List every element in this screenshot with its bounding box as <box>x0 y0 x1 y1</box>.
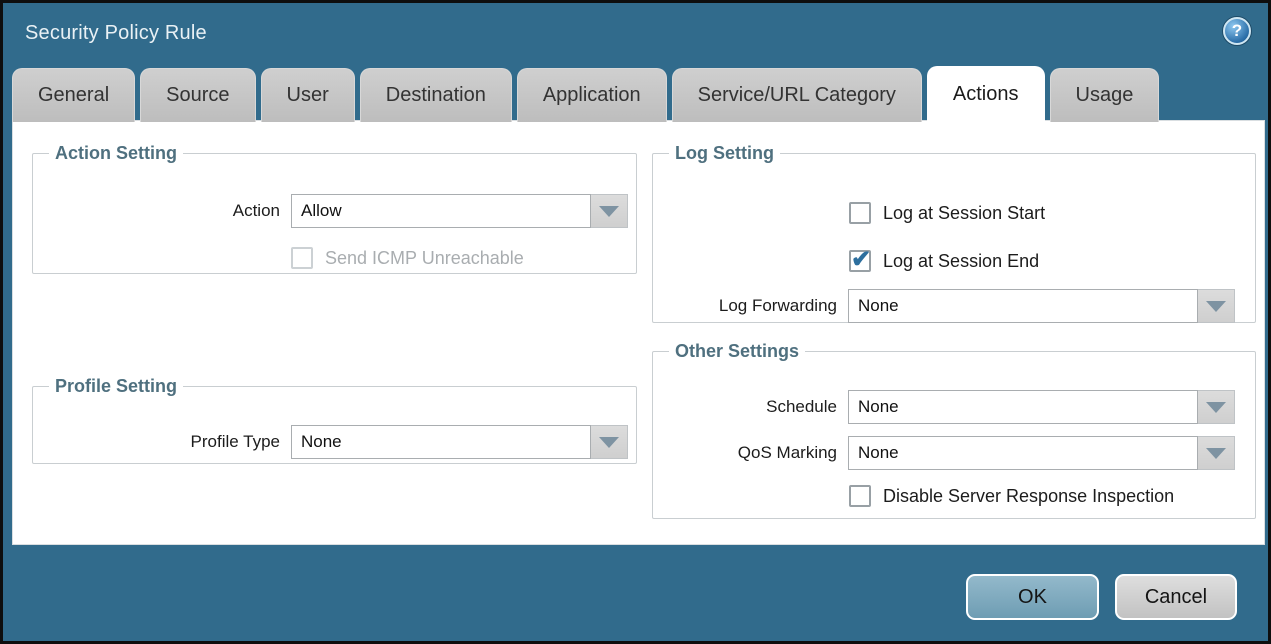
dsri-label[interactable]: Disable Server Response Inspection <box>883 486 1174 507</box>
profile-setting-group: Profile Setting Profile Type None <box>32 376 637 464</box>
schedule-dropdown-button[interactable] <box>1198 390 1235 424</box>
log-session-start-label[interactable]: Log at Session Start <box>883 203 1045 224</box>
tab-bar: General Source User Destination Applicat… <box>12 66 1159 122</box>
action-dropdown-value[interactable]: Allow <box>291 194 591 228</box>
actions-tab-panel: Action Setting Action Allow Send ICMP Un… <box>12 120 1265 545</box>
log-forwarding-dropdown-value[interactable]: None <box>848 289 1198 323</box>
tab-general[interactable]: General <box>12 68 135 122</box>
log-forwarding-label: Log Forwarding <box>653 296 848 316</box>
action-label: Action <box>33 201 291 221</box>
dialog-title: Security Policy Rule <box>25 22 207 45</box>
qos-marking-dropdown-value[interactable]: None <box>848 436 1198 470</box>
tab-service-url-category[interactable]: Service/URL Category <box>672 68 922 122</box>
tab-actions[interactable]: Actions <box>927 66 1045 122</box>
chevron-down-icon <box>599 206 619 217</box>
action-row: Action Allow <box>33 194 628 228</box>
security-policy-rule-dialog: Security Policy Rule ? General Source Us… <box>0 0 1271 644</box>
tab-destination[interactable]: Destination <box>360 68 512 122</box>
log-session-end-label[interactable]: Log at Session End <box>883 251 1039 272</box>
tab-source[interactable]: Source <box>140 68 255 122</box>
schedule-label: Schedule <box>653 397 848 417</box>
qos-marking-dropdown[interactable]: None <box>848 436 1235 470</box>
dsri-checkbox[interactable] <box>849 485 871 507</box>
profile-type-dropdown-value[interactable]: None <box>291 425 591 459</box>
log-forwarding-dropdown[interactable]: None <box>848 289 1235 323</box>
send-icmp-unreachable-checkbox[interactable] <box>291 247 313 269</box>
qos-marking-row: QoS Marking None <box>653 436 1235 470</box>
ok-button[interactable]: OK <box>966 574 1099 620</box>
help-icon[interactable]: ? <box>1223 17 1251 45</box>
qos-marking-dropdown-button[interactable] <box>1198 436 1235 470</box>
log-setting-legend: Log Setting <box>669 143 780 164</box>
qos-marking-label: QoS Marking <box>653 443 848 463</box>
chevron-down-icon <box>599 437 619 448</box>
send-icmp-unreachable-checkbox-row: Send ICMP Unreachable <box>291 247 524 269</box>
log-session-start-checkbox-row: Log at Session Start <box>849 202 1045 224</box>
action-setting-legend: Action Setting <box>49 143 183 164</box>
tab-usage[interactable]: Usage <box>1050 68 1160 122</box>
action-dropdown-button[interactable] <box>591 194 628 228</box>
action-setting-group: Action Setting Action Allow Send ICMP Un… <box>32 143 637 274</box>
other-settings-legend: Other Settings <box>669 341 805 362</box>
send-icmp-unreachable-label: Send ICMP Unreachable <box>325 248 524 269</box>
cancel-button[interactable]: Cancel <box>1115 574 1237 620</box>
log-session-end-checkbox[interactable] <box>849 250 871 272</box>
other-settings-group: Other Settings Schedule None QoS Marking… <box>652 341 1256 519</box>
log-session-end-checkbox-row: Log at Session End <box>849 250 1039 272</box>
log-forwarding-row: Log Forwarding None <box>653 289 1235 323</box>
profile-type-label: Profile Type <box>33 432 291 452</box>
schedule-dropdown[interactable]: None <box>848 390 1235 424</box>
profile-type-dropdown[interactable]: None <box>291 425 628 459</box>
schedule-dropdown-value[interactable]: None <box>848 390 1198 424</box>
tab-application[interactable]: Application <box>517 68 667 122</box>
log-setting-group: Log Setting Log at Session Start Log at … <box>652 143 1256 323</box>
profile-type-row: Profile Type None <box>33 425 628 459</box>
tab-user[interactable]: User <box>261 68 355 122</box>
log-forwarding-dropdown-button[interactable] <box>1198 289 1235 323</box>
schedule-row: Schedule None <box>653 390 1235 424</box>
action-dropdown[interactable]: Allow <box>291 194 628 228</box>
profile-type-dropdown-button[interactable] <box>591 425 628 459</box>
chevron-down-icon <box>1206 448 1226 459</box>
chevron-down-icon <box>1206 301 1226 312</box>
log-session-start-checkbox[interactable] <box>849 202 871 224</box>
chevron-down-icon <box>1206 402 1226 413</box>
dsri-checkbox-row: Disable Server Response Inspection <box>849 485 1174 507</box>
profile-setting-legend: Profile Setting <box>49 376 183 397</box>
